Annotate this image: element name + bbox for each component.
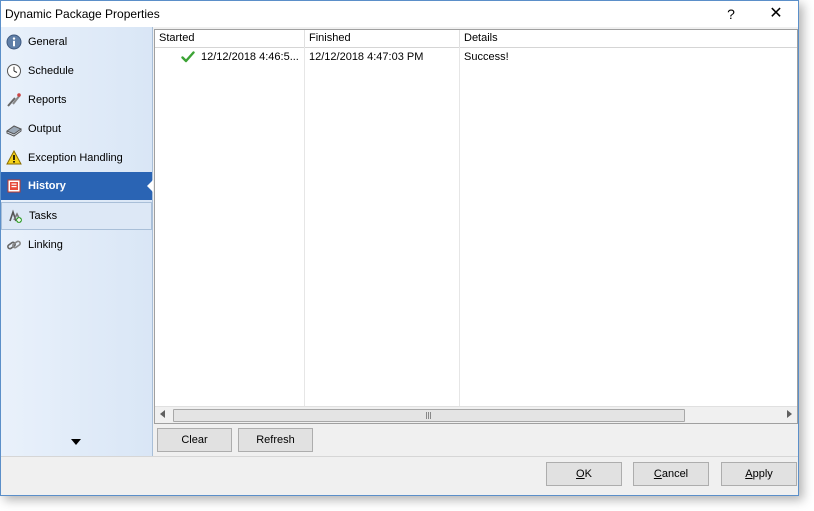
cell-started: 12/12/2018 4:46:5... bbox=[201, 51, 299, 63]
window-title: Dynamic Package Properties bbox=[5, 7, 160, 21]
sidebar-item-label: Linking bbox=[28, 239, 63, 251]
sidebar-item-output[interactable]: Output bbox=[1, 115, 152, 143]
sidebar-item-label: Exception Handling bbox=[28, 152, 123, 164]
info-icon bbox=[6, 34, 22, 50]
link-icon bbox=[6, 237, 22, 253]
scrollbar-thumb[interactable] bbox=[173, 409, 685, 422]
cancel-mnemonic: C bbox=[653, 468, 662, 480]
output-icon bbox=[6, 121, 22, 137]
apply-button[interactable]: Apply bbox=[721, 462, 797, 486]
sidebar-item-label: General bbox=[28, 36, 68, 48]
history-list[interactable]: Started Finished Details 12/12/2018 4:46… bbox=[154, 29, 798, 424]
sidebar-item-label: Reports bbox=[28, 94, 67, 106]
ok-label-rest: K bbox=[584, 468, 592, 480]
sidebar-item-label: Schedule bbox=[28, 65, 74, 77]
refresh-button[interactable]: Refresh bbox=[238, 428, 313, 452]
sidebar-item-label: Tasks bbox=[29, 210, 58, 222]
history-icon bbox=[6, 178, 22, 194]
scroll-right-icon[interactable] bbox=[787, 410, 792, 418]
warning-icon bbox=[6, 150, 22, 166]
reports-icon bbox=[6, 92, 22, 108]
sidebar-item-history[interactable]: History bbox=[1, 172, 153, 200]
sidebar-item-linking[interactable]: Linking bbox=[1, 231, 152, 259]
column-header-finished[interactable]: Finished bbox=[305, 30, 460, 47]
sidebar-item-schedule[interactable]: Schedule bbox=[1, 57, 152, 85]
footer-divider bbox=[1, 456, 798, 457]
horizontal-scrollbar[interactable] bbox=[155, 406, 797, 423]
apply-label-rest: pply bbox=[752, 468, 773, 480]
clock-icon bbox=[6, 63, 22, 79]
dialog-window: Dynamic Package Properties ? ✕ General S… bbox=[0, 0, 799, 496]
apply-mnemonic: A bbox=[745, 468, 753, 480]
cell-finished: 12/12/2018 4:47:03 PM bbox=[309, 51, 424, 63]
check-icon bbox=[181, 48, 199, 66]
cancel-label-rest: ancel bbox=[661, 468, 689, 480]
tasks-icon bbox=[7, 208, 23, 224]
sidebar: General Schedule Reports Output Exceptio bbox=[1, 27, 153, 457]
sidebar-item-general[interactable]: General bbox=[1, 28, 152, 56]
chevron-down-icon[interactable] bbox=[71, 439, 81, 445]
sidebar-item-reports[interactable]: Reports bbox=[1, 86, 152, 114]
column-divider bbox=[304, 47, 305, 407]
clear-button[interactable]: Clear bbox=[157, 428, 232, 452]
list-header: Started Finished Details bbox=[155, 30, 797, 48]
cancel-button[interactable]: Cancel bbox=[633, 462, 709, 486]
cell-details: Success! bbox=[464, 51, 509, 63]
table-row[interactable]: 12/12/2018 4:46:5... 12/12/2018 4:47:03 … bbox=[155, 48, 785, 66]
column-header-details[interactable]: Details bbox=[460, 30, 797, 47]
ok-button[interactable]: OK bbox=[546, 462, 622, 486]
ok-mnemonic: O bbox=[576, 468, 585, 480]
scroll-left-icon[interactable] bbox=[160, 410, 165, 418]
column-header-started[interactable]: Started bbox=[155, 30, 305, 47]
column-divider bbox=[459, 47, 460, 407]
title-bar: Dynamic Package Properties ? ✕ bbox=[1, 1, 798, 27]
grip-icon bbox=[426, 412, 427, 419]
sidebar-item-exception-handling[interactable]: Exception Handling bbox=[1, 144, 152, 172]
sidebar-item-label: Output bbox=[28, 123, 62, 135]
close-button[interactable]: ✕ bbox=[759, 3, 793, 25]
sidebar-item-label: History bbox=[28, 180, 66, 192]
sidebar-item-tasks[interactable]: Tasks bbox=[1, 202, 152, 230]
help-button[interactable]: ? bbox=[714, 3, 748, 25]
